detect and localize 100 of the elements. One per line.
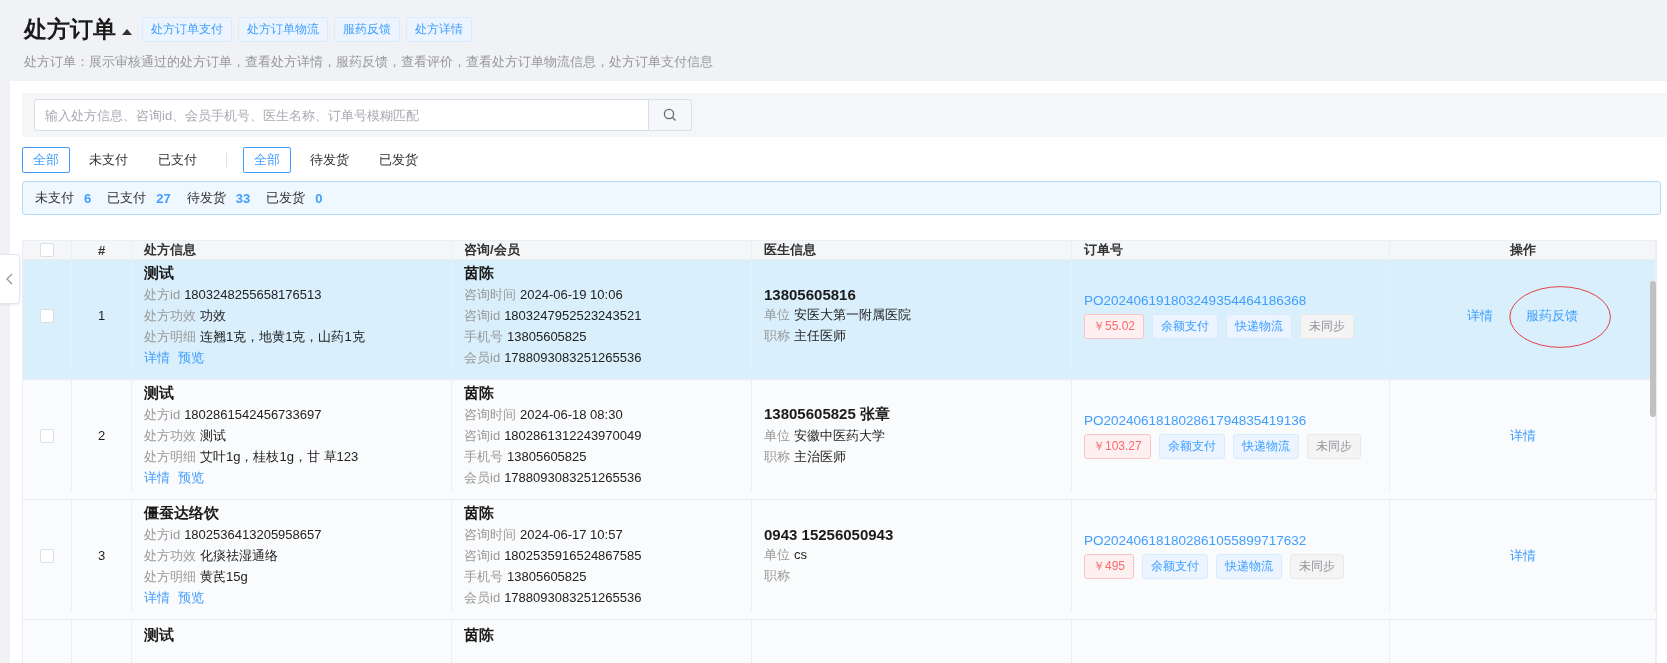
field-label: 咨询时间 [464,287,516,302]
column-header: 处方信息 [132,241,452,259]
field-label: 处方功效 [144,308,196,323]
field-value: 1788093083251265536 [504,470,642,485]
order-tag: 快递物流 [1226,313,1293,339]
row-number: 2 [97,428,106,443]
header-tab[interactable]: 处方详情 [406,17,472,42]
field-value: 2024-06-18 08:30 [520,407,623,422]
caret-icon[interactable] [122,28,132,35]
field-value: 化痰祛湿通络 [200,548,278,563]
order-number-link[interactable]: PO202406181802861055899717632 [1084,532,1307,548]
table-row[interactable] [23,500,1656,620]
summary-count: 0 [315,190,323,206]
search-field[interactable]: 输入处方信息、咨询id、会员手机号、医生名称、订单号模糊匹配 [34,99,649,131]
search-button[interactable] [649,99,692,131]
field-value: 1802861312243970049 [504,428,642,443]
prescription-name: 测试 [144,264,174,283]
row-checkbox[interactable] [40,548,54,563]
order-tag: ￥55.02 [1084,313,1145,339]
collapse-tab[interactable] [0,254,20,304]
field-value: 艾叶1g，桂枝1g，甘 草123 [200,449,359,464]
field-value: 1803248255658176513 [184,287,322,302]
column-header: # [72,241,132,259]
field-label: 咨询时间 [464,407,516,422]
order-tag: 快递物流 [1216,553,1283,579]
row-link[interactable]: 预览 [178,349,204,367]
row-link[interactable]: 详情 [144,349,170,367]
field-label: 职称 [764,449,790,464]
field-value: 1788093083251265536 [504,350,642,365]
field-label: 单位 [764,307,790,322]
row-link[interactable]: 预览 [178,469,204,487]
field-label: 咨询id [464,308,501,323]
column-header: 咨询/会员 [452,241,752,259]
field-label: 咨询时间 [464,527,516,542]
field-label: 单位 [764,547,790,562]
field-value: 功效 [200,308,226,323]
row-link[interactable]: 详情 [144,589,170,607]
prescription-name: 测试 [144,384,174,403]
field-value: 13805605825 [507,569,587,584]
field-value: 主任医师 [794,328,846,343]
field-value: 2024-06-19 10:06 [520,287,623,302]
row-checkbox[interactable] [40,428,54,443]
member-name: 茵陈 [464,626,494,645]
field-label: 处方明细 [144,329,196,344]
field-value: 连翘1克，地黄1克，山药1克 [200,329,365,344]
row-link[interactable]: 详情 [144,469,170,487]
scrollbar-thumb[interactable] [1650,281,1656,417]
field-label: 处方id [144,407,181,422]
field-label: 会员id [464,470,501,485]
header-tab[interactable]: 服药反馈 [334,17,400,42]
field-value: 1802536413205958657 [184,527,322,542]
summary-label: 未支付 [35,189,74,207]
search-icon [663,108,677,122]
action-link[interactable]: 详情 [1509,546,1536,565]
order-tag: ￥103.27 [1084,433,1151,459]
field-value: 黄芪15g [200,569,248,584]
order-tag: 未同步 [1290,553,1345,579]
row-link[interactable]: 预览 [178,589,204,607]
action-link[interactable]: 详情 [1467,306,1493,325]
table-row[interactable] [23,260,1656,380]
order-number-link[interactable]: PO202406181802861794835419136 [1084,412,1307,428]
order-tag: 余额支付 [1152,313,1219,339]
table-row[interactable] [23,380,1656,500]
filter-option[interactable]: 全部 [22,147,70,173]
field-label: 咨询id [464,428,501,443]
row-number: 1 [97,308,106,323]
field-value: 1802535916524867585 [504,548,642,563]
field-label: 处方id [144,527,181,542]
summary-label: 已发货 [266,189,306,207]
field-value: cs [794,547,807,562]
page-description: 处方订单：展示审核通过的处方订单，查看处方详情，服药反馈，查看评价，查看处方订单物流信息，处方订单支付信息 [24,53,714,71]
header-tab[interactable]: 处方订单物流 [238,17,328,42]
field-label: 处方明细 [144,449,196,464]
order-tag: 余额支付 [1142,553,1209,579]
summary-label: 已支付 [107,189,147,207]
field-label: 单位 [764,428,790,443]
row-checkbox[interactable] [40,308,54,323]
summary-label: 待发货 [186,189,226,207]
field-value: 1803247952523243521 [504,308,642,323]
order-tag: 未同步 [1300,313,1355,339]
chevron-left-icon [6,273,13,285]
field-label: 处方功效 [144,548,196,563]
select-all-checkbox[interactable] [40,243,54,257]
order-number-link[interactable]: PO202406191803249354464186368 [1084,292,1307,308]
field-label: 会员id [464,350,501,365]
field-value: 安医大第一附属医院 [794,307,911,322]
column-header: 医生信息 [752,241,1072,259]
action-link[interactable]: 服药反馈 [1526,306,1578,325]
order-tag: 快递物流 [1232,433,1299,459]
doctor-name: 13805605825 张章 [764,405,890,424]
summary-count: 27 [156,190,171,206]
row-number: 3 [97,548,106,563]
summary-count: 6 [84,190,92,206]
doctor-name: 13805605816 [764,286,856,303]
filter-option[interactable]: 全部 [243,147,291,173]
header-tab[interactable]: 处方订单支付 [142,17,232,42]
field-label: 处方id [144,287,181,302]
order-tag: ￥495 [1084,553,1135,579]
action-link[interactable]: 详情 [1509,426,1536,445]
field-label: 手机号 [464,449,503,464]
